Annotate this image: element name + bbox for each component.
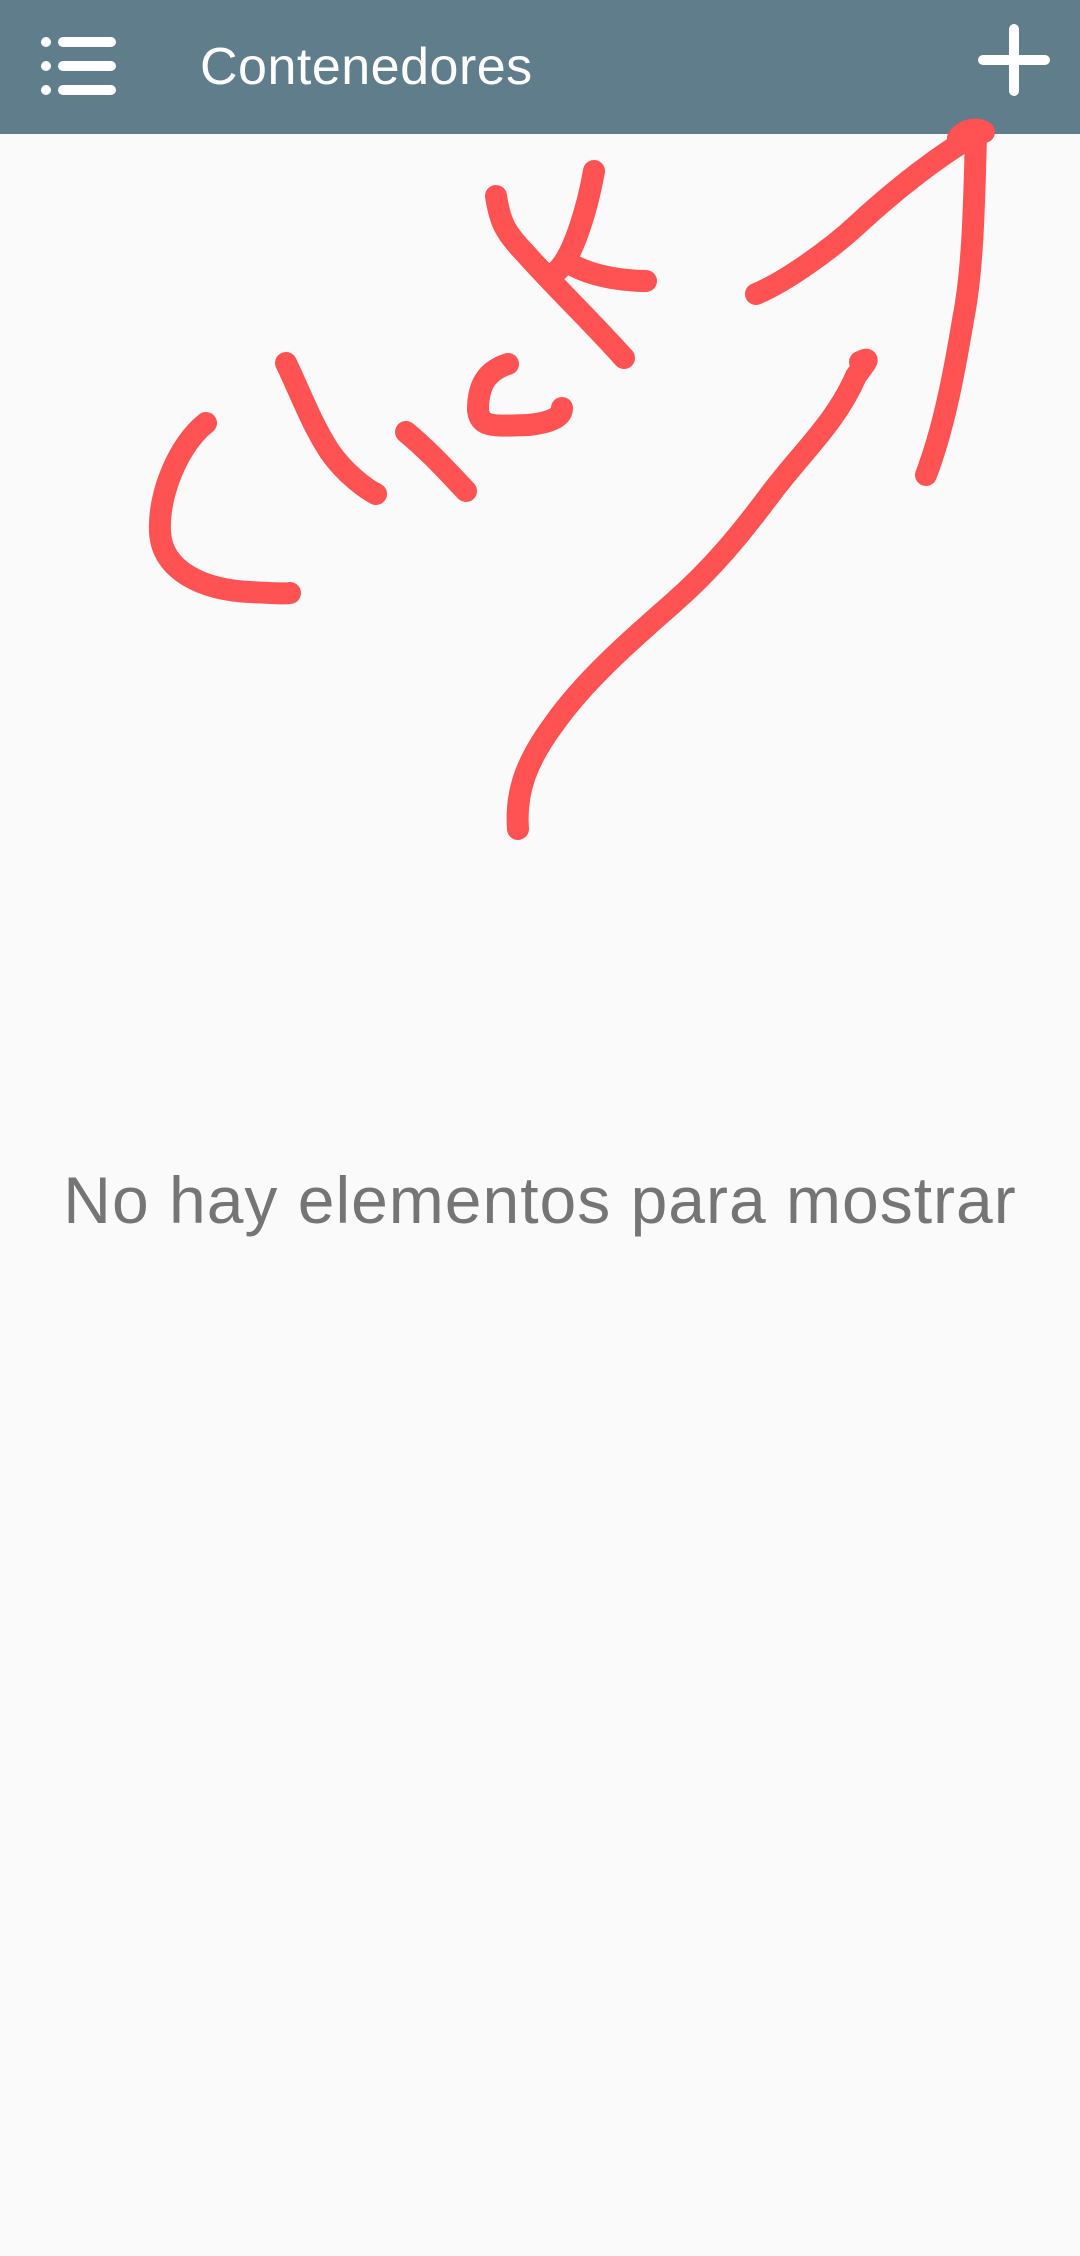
app-screen: Contenedores No hay elementos para mostr… (0, 0, 1080, 2256)
plus-icon (978, 24, 1050, 96)
hand-drawn-click-text (148, 160, 657, 605)
hand-drawn-arrow-icon (506, 118, 995, 840)
menu-button[interactable] (30, 18, 126, 114)
hand-drawn-annotation (148, 118, 995, 840)
empty-state-message: No hay elementos para mostrar (63, 1163, 1017, 1237)
add-container-button[interactable] (966, 12, 1062, 108)
page-title: Contenedores (200, 38, 533, 96)
list-icon (41, 37, 116, 95)
app-bar: Contenedores (0, 0, 1080, 134)
